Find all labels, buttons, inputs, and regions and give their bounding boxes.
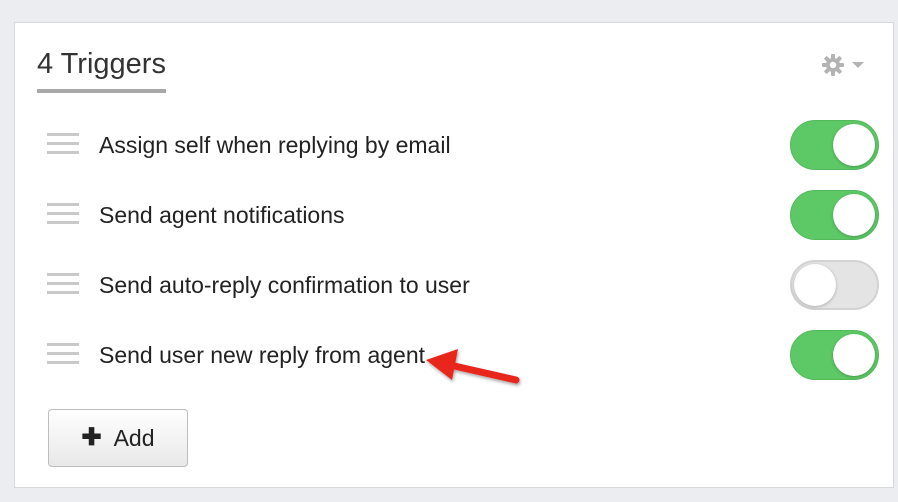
trigger-label[interactable]: Send user new reply from agent xyxy=(99,341,425,369)
trigger-label[interactable]: Assign self when replying by email xyxy=(99,131,451,159)
trigger-row: Send auto-reply confirmation to user xyxy=(15,257,895,313)
toggle-knob xyxy=(833,194,875,236)
trigger-row: Send agent notifications xyxy=(15,187,895,243)
plus-icon: ✚ xyxy=(81,424,102,451)
trigger-toggle[interactable] xyxy=(790,260,879,310)
annotation-arrow xyxy=(426,349,520,384)
trigger-toggle[interactable] xyxy=(790,330,879,380)
toggle-knob xyxy=(833,124,875,166)
drag-handle-icon[interactable] xyxy=(47,203,79,227)
settings-menu-button[interactable] xyxy=(821,53,869,77)
gear-icon xyxy=(822,54,844,76)
add-button-label: Add xyxy=(113,424,155,451)
add-trigger-button[interactable]: ✚ Add xyxy=(48,409,188,467)
trigger-toggle[interactable] xyxy=(790,120,879,170)
toggle-knob xyxy=(794,264,836,306)
trigger-label[interactable]: Send auto-reply confirmation to user xyxy=(99,271,470,299)
toggle-knob xyxy=(833,334,875,376)
drag-handle-icon[interactable] xyxy=(47,133,79,157)
drag-handle-icon[interactable] xyxy=(47,343,79,367)
trigger-row: Assign self when replying by email xyxy=(15,117,895,173)
panel-title: 4 Triggers xyxy=(37,47,166,93)
drag-handle-icon[interactable] xyxy=(47,273,79,297)
triggers-panel: 4 Triggers Assign self when replying by … xyxy=(14,22,894,488)
trigger-toggle[interactable] xyxy=(790,190,879,240)
trigger-label[interactable]: Send agent notifications xyxy=(99,201,345,229)
caret-down-icon xyxy=(852,62,864,68)
